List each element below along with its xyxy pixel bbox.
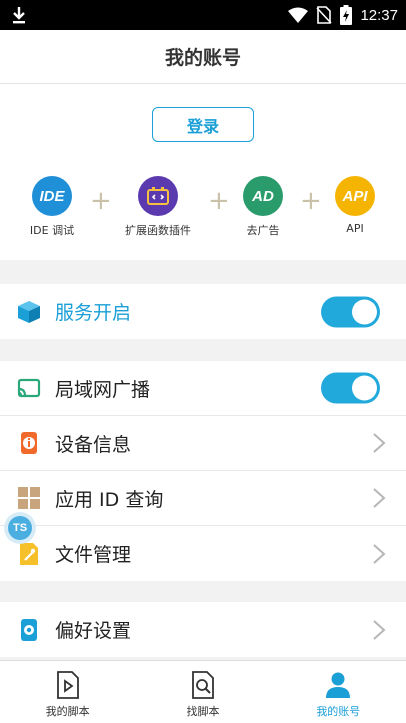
lan-broadcast-toggle[interactable] xyxy=(321,372,380,404)
app-id-query-label: 应用 ID 查询 xyxy=(55,488,164,511)
device-info-icon xyxy=(21,432,37,454)
chevron-right-icon xyxy=(373,433,386,453)
script-icon xyxy=(56,671,79,699)
chevron-right-icon xyxy=(373,619,386,640)
preferences-row[interactable]: 偏好设置 xyxy=(0,602,406,657)
file-manager-row[interactable]: 文件管理 xyxy=(0,526,406,581)
cast-icon xyxy=(17,378,41,398)
service-label: 服务开启 xyxy=(55,302,132,324)
chevron-right-icon xyxy=(373,543,386,564)
no-sim-icon xyxy=(316,6,333,24)
status-bar: 12:37 xyxy=(0,0,406,30)
ts-badge-icon: TS xyxy=(8,516,32,540)
bottom-nav: 我的脚本 找脚本 我的账号 xyxy=(0,660,406,723)
battery-icon xyxy=(340,5,353,25)
service-row[interactable]: 服务开启 xyxy=(0,284,406,339)
feature-label: IDE 调试 xyxy=(29,224,75,237)
tab-label: 我的账号 xyxy=(316,705,361,718)
lan-broadcast-label: 局域网广播 xyxy=(55,378,151,401)
service-section: 服务开启 xyxy=(0,284,406,339)
settings-icon xyxy=(21,618,37,641)
feature-plugin[interactable]: 扩展函数插件 xyxy=(103,176,213,238)
grid-icon xyxy=(18,487,40,509)
wifi-icon xyxy=(288,7,309,23)
account-icon xyxy=(326,672,351,698)
tools-section: 局域网广播 设备信息 应用 ID 查询 文件管理 xyxy=(0,361,406,581)
clock: 12:37 xyxy=(360,6,398,24)
cube-icon xyxy=(18,300,40,323)
preferences-label: 偏好设置 xyxy=(55,620,132,642)
lan-broadcast-row[interactable]: 局域网广播 xyxy=(0,361,406,416)
account-hero: 登录 IDE IDE 调试 + 扩展函数插件 + AD 去广告 + API AP… xyxy=(0,84,406,260)
tab-label: 找脚本 xyxy=(186,705,220,718)
feature-api[interactable]: API API xyxy=(300,176,406,235)
tab-label: 我的脚本 xyxy=(45,705,90,718)
settings-section: 偏好设置 xyxy=(0,602,406,657)
tab-my-scripts[interactable]: 我的脚本 xyxy=(0,661,135,723)
login-button[interactable]: 登录 xyxy=(152,107,254,142)
service-toggle[interactable] xyxy=(321,296,380,327)
chevron-right-icon xyxy=(373,488,386,508)
file-manager-label: 文件管理 xyxy=(55,544,132,566)
tab-my-account[interactable]: 我的账号 xyxy=(271,661,406,723)
floating-ts-button[interactable]: TS xyxy=(4,512,36,544)
page-title: 我的账号 xyxy=(164,47,241,69)
api-icon: API xyxy=(335,176,375,216)
tab-find-scripts[interactable]: 找脚本 xyxy=(135,661,270,723)
device-info-row[interactable]: 设备信息 xyxy=(0,416,406,471)
toggle-knob xyxy=(352,375,377,401)
find-script-icon xyxy=(192,671,214,699)
remove-ad-icon: AD xyxy=(243,176,283,216)
toggle-knob xyxy=(352,299,377,324)
plugin-icon xyxy=(138,176,178,216)
app-header: 我的账号 xyxy=(0,30,406,84)
app-id-query-row[interactable]: 应用 ID 查询 xyxy=(0,471,406,526)
feature-label: API xyxy=(346,222,364,235)
ide-icon: IDE xyxy=(32,176,72,216)
download-icon xyxy=(13,7,25,24)
file-icon xyxy=(20,542,38,565)
device-info-label: 设备信息 xyxy=(55,433,132,456)
feature-label: 扩展函数插件 xyxy=(125,224,191,237)
